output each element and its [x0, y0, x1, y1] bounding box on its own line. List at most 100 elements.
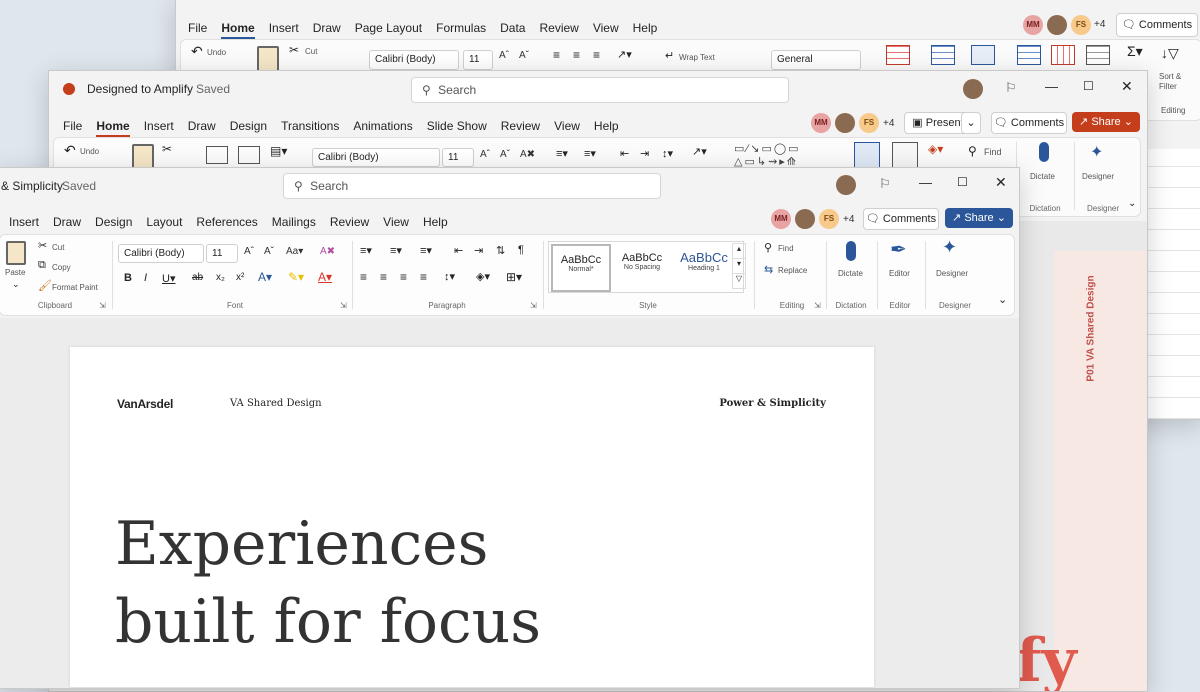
paste-label[interactable]: Paste: [5, 268, 25, 277]
ppt-size-combo[interactable]: 11: [442, 148, 474, 167]
dictate-label[interactable]: Dictate: [838, 269, 863, 278]
decrease-indent-icon[interactable]: ⇤: [454, 244, 463, 257]
clear-format-icon[interactable]: A✖: [320, 246, 335, 257]
conditional-format-icon[interactable]: [886, 45, 910, 65]
new-slide-icon[interactable]: [206, 146, 228, 164]
ppt-maximize-icon[interactable]: ☐: [1083, 79, 1094, 93]
bold-icon[interactable]: B: [124, 272, 132, 284]
excel-menu-file[interactable]: File: [188, 21, 207, 35]
replace-label[interactable]: Replace: [778, 266, 807, 275]
excel-avatar-fs[interactable]: FS: [1071, 15, 1091, 35]
ppt-menu-transitions[interactable]: Transitions: [281, 119, 339, 133]
shading-icon[interactable]: ◈▾: [476, 270, 490, 283]
shrink-font-icon[interactable]: Aˇ: [519, 50, 529, 61]
quick-styles-icon[interactable]: [892, 142, 918, 168]
font-color-icon[interactable]: A▾: [318, 270, 332, 284]
chevron-down-icon[interactable]: ⌄: [998, 293, 1007, 306]
word-avatar-fs[interactable]: FS: [819, 209, 839, 229]
grow-font-icon[interactable]: Aˆ: [244, 246, 254, 257]
copy-icon[interactable]: ⧉: [38, 259, 46, 272]
excel-menu-home[interactable]: Home: [221, 21, 255, 39]
excel-menu-data[interactable]: Data: [500, 21, 525, 35]
grow-font-icon[interactable]: Aˆ: [480, 149, 490, 160]
subscript-icon[interactable]: x₂: [216, 272, 225, 283]
word-share-button[interactable]: ↗ Share ⌄: [945, 208, 1013, 228]
cell-styles-icon[interactable]: [971, 45, 995, 65]
undo-icon[interactable]: ↶: [191, 43, 203, 60]
editor-pen-icon[interactable]: ✒: [890, 237, 907, 262]
ppt-minimize-icon[interactable]: —: [1045, 79, 1058, 94]
line-spacing-icon[interactable]: ↕▾: [662, 147, 673, 160]
copy-label[interactable]: Copy: [52, 263, 71, 272]
excel-comments-button[interactable]: 🗨 Comments: [1116, 13, 1198, 37]
excel-menu-draw[interactable]: Draw: [313, 21, 341, 35]
excel-menu-insert[interactable]: Insert: [269, 21, 299, 35]
find-icon[interactable]: ⚲: [764, 241, 772, 254]
word-menu-layout[interactable]: Layout: [146, 215, 182, 229]
chevron-down-icon[interactable]: ⌄: [12, 279, 20, 290]
replace-icon[interactable]: ⇆: [764, 263, 773, 276]
ppt-designer-label[interactable]: Designer: [1082, 172, 1114, 181]
paste-icon[interactable]: [257, 46, 279, 72]
scissors-icon[interactable]: ✂: [38, 239, 47, 252]
bullets-icon[interactable]: ≡▾: [360, 244, 372, 257]
ppt-search-box[interactable]: ⚲ Search: [411, 77, 789, 103]
microphone-icon[interactable]: [1039, 142, 1049, 162]
ppt-menu-review[interactable]: Review: [501, 119, 540, 133]
editor-label[interactable]: Editor: [889, 269, 910, 278]
word-minimize-icon[interactable]: —: [919, 175, 932, 190]
ppt-dictate-label[interactable]: Dictate: [1030, 172, 1055, 181]
word-menu-references[interactable]: References: [196, 215, 257, 229]
styles-more[interactable]: ▽: [732, 273, 746, 289]
change-case-icon[interactable]: Aa▾: [286, 246, 303, 257]
word-user-avatar[interactable]: [836, 175, 856, 195]
sort-filter-label[interactable]: Sort & Filter: [1159, 72, 1189, 92]
word-comments-button[interactable]: 🗨 Comments: [863, 208, 939, 230]
ppt-font-combo[interactable]: Calibri (Body): [312, 148, 440, 167]
excel-menu-view[interactable]: View: [593, 21, 619, 35]
increase-indent-icon[interactable]: ⇥: [474, 244, 483, 257]
ppt-menu-file[interactable]: File: [63, 119, 82, 133]
paste-icon[interactable]: [6, 241, 26, 265]
designer-wand-icon[interactable]: ✦: [942, 237, 957, 258]
ppt-comments-button[interactable]: 🗨 Comments: [991, 112, 1067, 134]
excel-menu-formulas[interactable]: Formulas: [436, 21, 486, 35]
ppt-find-label[interactable]: Find: [984, 147, 1002, 157]
word-feedback-icon[interactable]: ⚐: [879, 176, 891, 192]
layout-icon[interactable]: ▤▾: [270, 144, 287, 158]
ppt-close-icon[interactable]: ✕: [1121, 78, 1133, 95]
ppt-avatar-fs[interactable]: FS: [859, 113, 879, 133]
numbering-icon[interactable]: ≡▾: [390, 244, 402, 257]
align-left-icon[interactable]: ≡: [360, 270, 367, 284]
orientation-icon[interactable]: ↗▾: [617, 48, 632, 61]
ppt-menu-insert[interactable]: Insert: [144, 119, 174, 133]
sort-filter-icon[interactable]: ↓▽: [1161, 45, 1179, 62]
clear-format-icon[interactable]: A✖: [520, 149, 535, 160]
excel-menu-review[interactable]: Review: [539, 21, 578, 35]
word-menu-help[interactable]: Help: [423, 215, 448, 229]
excel-number-format[interactable]: General: [771, 50, 861, 70]
find-label[interactable]: Find: [778, 244, 794, 253]
ppt-avatar-photo[interactable]: [835, 113, 855, 133]
autosum-icon[interactable]: Σ▾: [1127, 43, 1143, 60]
text-effects-icon[interactable]: A▾: [258, 270, 272, 284]
style-heading-1[interactable]: AaBbCc Heading 1: [674, 246, 734, 286]
designer-wand-icon[interactable]: ✦: [1090, 142, 1103, 162]
wrap-text-label[interactable]: Wrap Text: [679, 53, 715, 62]
excel-font-combo[interactable]: Calibri (Body): [369, 50, 459, 70]
reuse-slides-icon[interactable]: [238, 146, 260, 164]
ppt-present-dropdown[interactable]: ⌄: [961, 112, 981, 134]
word-menu-view[interactable]: View: [383, 215, 409, 229]
show-formatting-icon[interactable]: ¶: [518, 244, 524, 256]
word-maximize-icon[interactable]: ☐: [957, 175, 968, 189]
scissors-icon[interactable]: ✂: [162, 142, 172, 156]
undo-icon[interactable]: ↶: [64, 142, 76, 159]
borders-icon[interactable]: ⊞▾: [506, 270, 522, 284]
ppt-menu-home[interactable]: Home: [96, 119, 130, 137]
format-paint-label[interactable]: Format Paint: [52, 283, 98, 292]
word-menu-draw[interactable]: Draw: [53, 215, 81, 229]
sort-icon[interactable]: ⇅: [496, 244, 505, 257]
excel-menu-help[interactable]: Help: [633, 21, 658, 35]
ppt-feedback-icon[interactable]: ⚐: [1005, 80, 1017, 96]
line-spacing-icon[interactable]: ↕▾: [444, 270, 455, 283]
